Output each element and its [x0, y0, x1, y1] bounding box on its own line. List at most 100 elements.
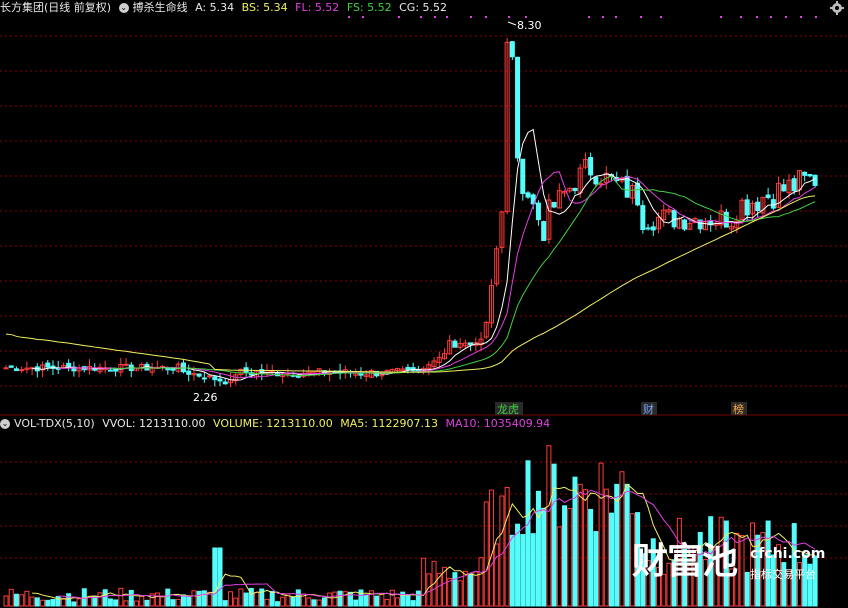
- candle-body: [66, 362, 72, 368]
- volume-bar: [556, 526, 562, 607]
- volume-value: VOLUME: 1213110.00: [213, 417, 333, 430]
- candle-body: [520, 158, 526, 194]
- signal-dot: [740, 16, 742, 18]
- volume-bar: [494, 543, 500, 607]
- candle-body: [201, 377, 207, 380]
- signal-dot: [800, 16, 802, 18]
- price-chart[interactable]: 8.30 2.26 龙虎 财 榜: [0, 0, 848, 416]
- watermark-slogan: 指标交易平台: [750, 568, 816, 581]
- volume-bar: [107, 598, 113, 607]
- candle-body: [755, 201, 761, 212]
- volume-bar: [186, 595, 192, 607]
- volume-bar: [321, 597, 327, 607]
- candle-body: [113, 368, 119, 372]
- volume-bar: [421, 557, 427, 607]
- volume-bar: [478, 557, 484, 607]
- candle-body: [807, 174, 813, 177]
- volume-bar: [410, 600, 416, 607]
- volume-bar: [8, 588, 14, 607]
- volume-bar: [509, 534, 515, 607]
- volume-bar: [160, 595, 166, 607]
- volume-bar: [269, 590, 275, 607]
- volume-header: ⌄ VOL-TDX(5,10) VVOL: 1213110.00 VOLUME: …: [0, 417, 848, 431]
- volume-bar: [264, 598, 270, 607]
- signal-dot: [785, 16, 787, 18]
- volume-bar: [405, 593, 411, 607]
- candle-body: [207, 375, 213, 378]
- low-price-label: 2.26: [193, 391, 218, 404]
- candle-body: [165, 368, 171, 371]
- signal-dot: [525, 16, 527, 18]
- volume-bar: [582, 489, 588, 607]
- volume-bar: [535, 490, 541, 607]
- candle-body: [212, 376, 218, 381]
- candle-body: [551, 201, 557, 208]
- volume-bar: [29, 596, 35, 607]
- volume-bar: [337, 590, 343, 607]
- candle-body: [588, 157, 594, 176]
- signal-dot: [508, 16, 510, 18]
- signal-dot: [420, 16, 422, 18]
- volume-bar: [50, 598, 56, 607]
- volume-bar: [76, 598, 82, 607]
- ma5-line: [32, 128, 816, 381]
- volume-bar: [488, 489, 494, 607]
- dropdown-icon[interactable]: ⌄: [0, 419, 10, 429]
- volume-indicator[interactable]: VOL-TDX(5,10): [14, 417, 95, 430]
- volume-bar: [614, 483, 620, 607]
- volume-bar: [447, 577, 453, 607]
- candle-body: [217, 378, 223, 382]
- watermark-brand: 财富池: [632, 541, 738, 582]
- volume-bar: [483, 501, 489, 607]
- candle-body: [723, 211, 729, 228]
- ma10-value: MA10: 1035409.94: [445, 417, 551, 430]
- volume-bar: [588, 508, 594, 607]
- volume-bar: [353, 599, 359, 607]
- signal-dot: [815, 16, 817, 18]
- candle-body: [222, 381, 228, 385]
- candle-body: [781, 184, 787, 192]
- volume-bar: [473, 571, 479, 607]
- volume-bar: [34, 597, 40, 607]
- volume-bar: [55, 595, 61, 607]
- volume-bar: [342, 591, 348, 607]
- volume-bar: [562, 505, 568, 607]
- high-pointer: [507, 21, 517, 26]
- volume-bar: [332, 591, 338, 607]
- candle-body: [791, 178, 797, 192]
- volume-bar: [227, 591, 233, 607]
- volume-bar: [118, 587, 124, 607]
- volume-bar: [311, 599, 317, 607]
- volume-bar: [541, 507, 547, 607]
- volume-bar: [389, 589, 395, 607]
- volume-bar: [363, 594, 369, 607]
- volume-bar: [274, 601, 280, 607]
- volume-bar: [222, 600, 228, 607]
- candle-body: [650, 226, 656, 231]
- volume-bar: [379, 593, 385, 607]
- candle-body: [525, 192, 531, 198]
- volume-bar: [609, 512, 615, 607]
- volume-bar: [71, 601, 77, 607]
- volume-bar: [520, 534, 526, 607]
- signal-dot: [660, 16, 662, 18]
- volume-bar: [170, 599, 176, 607]
- high-price-label: 8.30: [517, 19, 542, 32]
- volume-bar: [243, 592, 249, 607]
- volume-bar: [368, 590, 374, 607]
- candle-body: [186, 370, 192, 375]
- signal-dot: [640, 16, 642, 18]
- volume-bar: [212, 547, 218, 607]
- volume-bar: [468, 573, 474, 607]
- candle-body: [812, 174, 818, 186]
- candle-body: [19, 369, 25, 372]
- volume-bar: [452, 572, 458, 607]
- signal-dot: [398, 16, 400, 18]
- candle-body: [123, 363, 129, 366]
- volume-bar: [248, 587, 254, 607]
- volume-bar: [66, 593, 72, 607]
- tag-label: 榜: [733, 402, 744, 416]
- ma10-line: [58, 171, 816, 379]
- signal-dot: [756, 16, 758, 18]
- signal-dot: [588, 16, 590, 18]
